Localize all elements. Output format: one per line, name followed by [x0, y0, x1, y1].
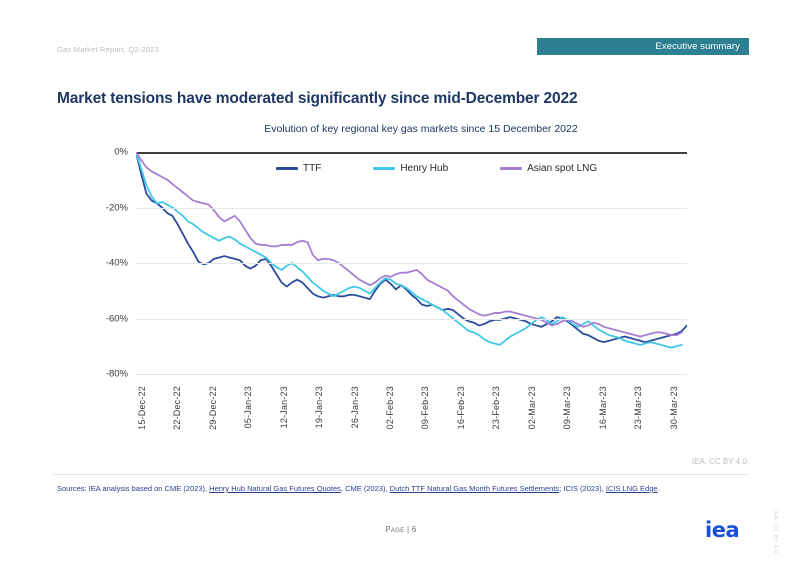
x-axis-tick-label: 05-Jan-23 [243, 386, 254, 429]
gridline [136, 374, 687, 375]
gridline [136, 318, 687, 320]
source-link-dutch-ttf[interactable]: Dutch TTF Natural Gas Month Futures Sett… [390, 484, 560, 493]
slide-page: Gas Market Report, Q2-2023 Executive sum… [0, 0, 802, 567]
x-axis-tick-label: 02-Feb-23 [385, 386, 396, 430]
x-axis-tick-label: 29-Dec-22 [207, 386, 218, 430]
gridline [136, 263, 687, 264]
iea-logo: iea [705, 518, 740, 542]
x-axis-tick-label: 15-Dec-22 [137, 386, 147, 430]
page-title: Market tensions have moderated significa… [57, 90, 578, 107]
sources-suffix: . [657, 484, 660, 493]
side-license-code: IEA. CC BY 4.0. [772, 510, 778, 556]
sources-prefix: Sources: IEA analysis based on CME (2023… [57, 484, 210, 493]
source-link-henry-hub[interactable]: Henry Hub Natural Gas Futures Quotes [209, 484, 341, 493]
gridline [136, 207, 687, 209]
x-axis-tick-label: 30-Mar-23 [668, 386, 679, 430]
x-axis-tick-label: 23-Mar-23 [633, 386, 644, 430]
chart-subtitle: Evolution of key regional key gas market… [264, 123, 578, 135]
x-axis-tick-label: 23-Feb-23 [491, 386, 502, 430]
y-axis-tick-label: -40% [105, 257, 128, 269]
y-axis-tick-label: -80% [105, 368, 128, 380]
x-axis-tick-label: 26-Jan-23 [349, 386, 360, 429]
x-axis-ticks: 15-Dec-22 22-Dec-22 29-Dec-22 05-Jan-23 12-J… [136, 386, 687, 446]
x-axis-tick-label: 22-Dec-22 [172, 386, 183, 430]
section-banner: Executive summary [537, 38, 749, 55]
footer-divider [53, 474, 749, 475]
sources-mid-1: , CME (2023), [340, 484, 390, 493]
y-axis-tick-label: -20% [105, 202, 128, 213]
x-axis-tick-label: 16-Feb-23 [455, 386, 466, 430]
document-header-label: Gas Market Report, Q2-2023 [57, 45, 159, 54]
cc-license-note: IEA. CC BY 4.0. [691, 457, 749, 466]
line-chart: % change compared to 15 December 2022 0%… [0, 140, 802, 450]
y-axis-tick-label: -60% [105, 313, 128, 324]
x-axis-tick-label: 19-Jan-23 [314, 386, 325, 429]
x-axis-tick-label: 02-Mar-23 [526, 386, 537, 430]
sources-note: Sources: IEA analysis based on CME (2023… [57, 484, 757, 494]
plot-area [136, 152, 687, 375]
x-axis-tick-label: 09-Mar-23 [562, 386, 573, 430]
x-axis-tick-label: 16-Mar-23 [597, 386, 608, 430]
x-axis-tick-label: 12-Jan-23 [278, 386, 289, 429]
y-axis-ticks: 0% -20% -40% -60% -80% [86, 140, 128, 380]
sources-mid-2: ; ICIS (2023), [559, 484, 606, 493]
page-number: Page | 6 [385, 525, 417, 534]
y-axis-tick-label: 0% [114, 146, 128, 158]
series-line-asian-spot-lng [136, 152, 683, 338]
series-line-ttf [136, 152, 687, 343]
x-axis-tick-label: 09-Feb-23 [420, 386, 431, 430]
source-link-icis-lng-edge[interactable]: ICIS LNG Edge [606, 484, 658, 493]
